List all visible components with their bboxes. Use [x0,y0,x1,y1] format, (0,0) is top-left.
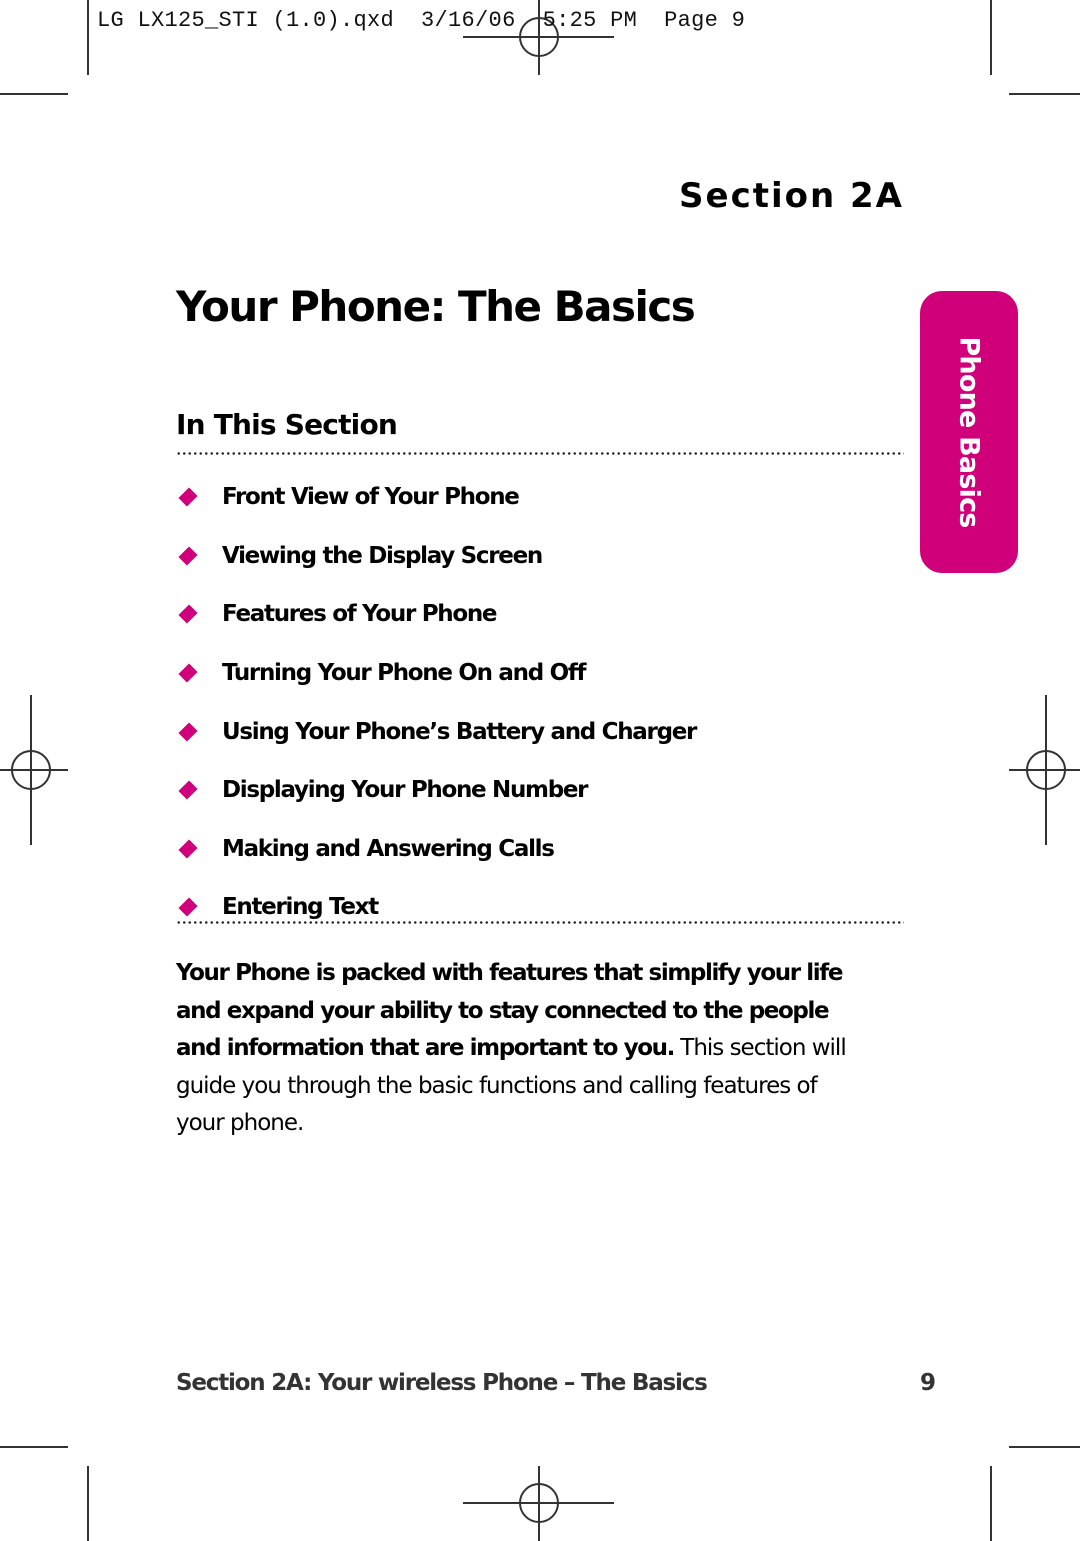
registration-mark-bottom [463,1466,614,1541]
diamond-icon [178,663,198,683]
list-item: Entering Text [178,878,696,937]
diamond-icon [178,897,198,917]
list-item-label: Features of Your Phone [222,601,498,628]
diamond-icon [178,487,198,507]
list-item: Making and Answering Calls [178,820,696,879]
list-item: Front View of Your Phone [178,468,696,527]
side-tab: Phone Basics [920,291,1018,573]
page-number: 9 [920,1370,937,1396]
list-item-label: Making and Answering Calls [222,835,555,862]
side-tab-label: Phone Basics [953,336,985,528]
registration-mark-left [0,695,68,845]
section-contents-list: Front View of Your Phone Viewing the Dis… [178,468,697,937]
in-this-section-heading: In This Section [176,408,398,441]
registration-mark-right [1009,695,1080,845]
diamond-icon [178,780,198,800]
print-slug-line: LG LX125_STI (1.0).qxd 3/16/06 5:25 PM P… [97,8,746,33]
list-item: Using Your Phone’s Battery and Charger [178,702,697,761]
list-item: Turning Your Phone On and Off [178,644,696,703]
section-label: Section 2A [679,176,904,216]
list-item-label: Displaying Your Phone Number [222,777,589,804]
list-item-label: Turning Your Phone On and Off [222,660,587,687]
diamond-icon [178,546,198,566]
list-item: Viewing the Display Screen [178,527,696,586]
intro-paragraph: Your Phone is packed with features that … [176,955,866,1143]
diamond-icon [178,604,198,625]
diamond-icon [178,722,198,742]
dotted-divider-top [176,452,904,455]
list-item-label: Viewing the Display Screen [222,542,543,569]
running-footer-title: Section 2A: Your wireless Phone – The Ba… [176,1370,708,1396]
dotted-divider-bottom [176,921,904,924]
list-item: Features of Your Phone [178,585,696,644]
diamond-icon [178,839,198,859]
list-item-label: Using Your Phone’s Battery and Charger [222,718,697,745]
page-title: Your Phone: The Basics [176,282,696,331]
list-item-label: Entering Text [222,894,379,921]
list-item: Displaying Your Phone Number [178,761,696,820]
list-item-label: Front View of Your Phone [222,484,520,511]
